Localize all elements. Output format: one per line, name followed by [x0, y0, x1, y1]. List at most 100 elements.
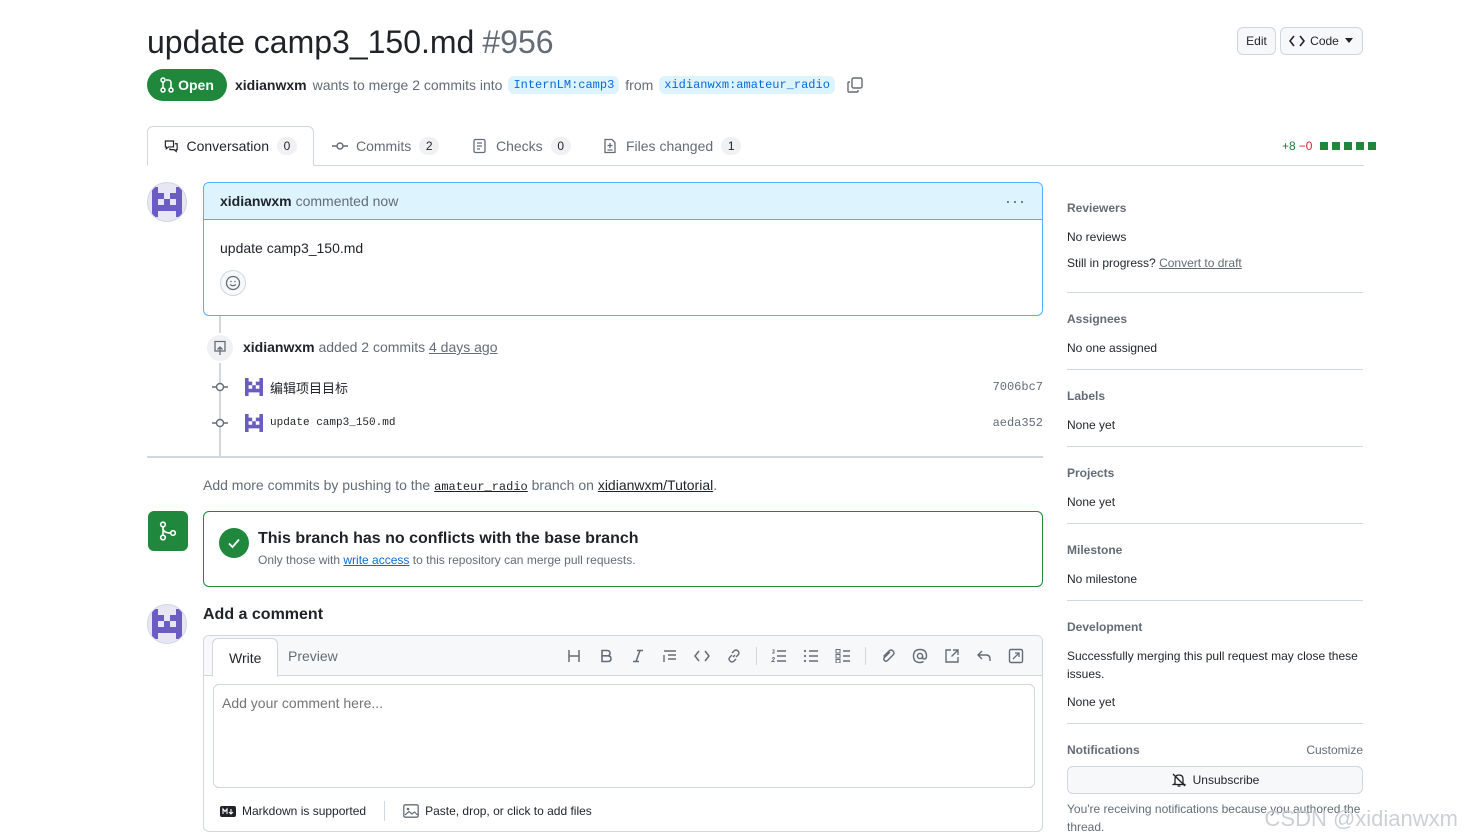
milestone-title[interactable]: Milestone: [1067, 543, 1363, 557]
markdown-toolbar: [558, 646, 1032, 666]
files-note[interactable]: Paste, drop, or click to add files: [425, 804, 592, 818]
mention-icon[interactable]: [904, 646, 936, 666]
comment-textarea[interactable]: [213, 684, 1035, 788]
code-icon[interactable]: [686, 646, 718, 666]
avatar[interactable]: [244, 377, 264, 397]
tab-conversation-count: 0: [277, 137, 297, 155]
base-branch[interactable]: InternLM:camp3: [508, 76, 620, 94]
diffstat-block: [1356, 142, 1365, 150]
quote-icon[interactable]: [654, 646, 686, 666]
unsubscribe-button[interactable]: Unsubscribe: [1067, 766, 1363, 794]
toolbar-divider: [756, 647, 757, 665]
notifications-title: Notifications: [1067, 743, 1140, 757]
comment-author[interactable]: xidianwxm: [220, 193, 292, 209]
sidebar-divider: [1067, 600, 1363, 601]
merge-status-subtitle: Only those with write access to this rep…: [258, 553, 636, 567]
markdown-note[interactable]: Markdown is supported: [242, 804, 366, 818]
reviewers-value: No reviews: [1067, 230, 1127, 244]
draft-prefix: Still in progress?: [1067, 256, 1156, 270]
labels-value: None yet: [1067, 418, 1116, 432]
italic-icon[interactable]: [622, 646, 654, 666]
merge-status-icon-box: [148, 511, 188, 551]
commit-event-author[interactable]: xidianwxm: [243, 339, 315, 355]
sidebar-divider: [1067, 723, 1363, 724]
push-hint-middle: branch on: [531, 477, 594, 493]
image-icon: [403, 804, 419, 818]
pr-number: #956: [482, 24, 554, 60]
tab-conversation[interactable]: Conversation 0: [147, 126, 314, 166]
file-diff-icon: [604, 138, 616, 154]
development-value: None yet: [1067, 695, 1116, 709]
tab-files-changed-count: 1: [721, 137, 742, 155]
tab-files-changed[interactable]: Files changed 1: [586, 126, 757, 166]
comment-action: commented now: [295, 193, 399, 209]
tab-commits[interactable]: Commits 2: [316, 126, 455, 166]
commit-message[interactable]: update camp3_150.md: [270, 417, 395, 429]
edit-button[interactable]: Edit: [1237, 27, 1276, 55]
ordered-list-icon[interactable]: [763, 646, 795, 666]
reply-icon[interactable]: [968, 646, 1000, 666]
head-branch[interactable]: xidianwxm:amateur_radio: [659, 76, 835, 94]
commit-row: update camp3_150.md aeda352: [210, 411, 1043, 435]
avatar[interactable]: [244, 413, 264, 433]
assignees-title[interactable]: Assignees: [1067, 312, 1363, 326]
milestone-value: No milestone: [1067, 572, 1138, 586]
pr-author[interactable]: xidianwxm: [235, 77, 307, 93]
tab-write[interactable]: Write: [212, 638, 279, 677]
tab-commits-count: 2: [419, 137, 440, 155]
comment-body: update camp3_150.md: [204, 220, 1042, 296]
bold-icon[interactable]: [590, 646, 622, 666]
add-reaction-button[interactable]: [220, 270, 246, 296]
fullscreen-icon[interactable]: [1000, 646, 1032, 666]
tab-preview[interactable]: Preview: [272, 636, 354, 676]
development-description: Successfully merging this pull request m…: [1067, 649, 1358, 681]
task-list-icon[interactable]: [827, 646, 859, 666]
commit-message[interactable]: 编辑项目目标: [270, 378, 348, 397]
git-commit-icon: [212, 382, 228, 392]
kebab-horizontal-icon[interactable]: ···: [1005, 191, 1026, 212]
diffstat-block: [1368, 142, 1377, 150]
tab-checks-count: 0: [550, 137, 571, 155]
paperclip-icon[interactable]: [872, 646, 904, 666]
commit-sha[interactable]: aeda352: [993, 416, 1043, 430]
unordered-list-icon[interactable]: [795, 646, 827, 666]
avatar[interactable]: [147, 604, 187, 644]
add-comment-title: Add a comment: [203, 606, 324, 623]
development-title[interactable]: Development: [1067, 620, 1363, 634]
reviewers-title[interactable]: Reviewers: [1067, 201, 1363, 215]
timeline-end-divider: [147, 456, 1043, 458]
identicon: [245, 378, 263, 396]
tab-preview-label: Preview: [288, 648, 338, 664]
commit-sha[interactable]: 7006bc7: [993, 380, 1043, 394]
commit-event-time[interactable]: 4 days ago: [429, 339, 498, 355]
tab-checks-label: Checks: [496, 138, 543, 154]
pr-from-text: from: [625, 77, 654, 93]
sidebar-assignees: Assignees No one assigned: [1067, 312, 1363, 357]
write-access-link[interactable]: write access: [343, 553, 409, 567]
push-hint-branch[interactable]: amateur_radio: [434, 480, 528, 494]
git-pull-request-icon: [160, 77, 174, 93]
merge-status-title: This branch has no conflicts with the ba…: [258, 530, 639, 547]
sidebar-development: Development Successfully merging this pu…: [1067, 620, 1363, 711]
copy-icon[interactable]: [847, 77, 863, 93]
code-button[interactable]: Code: [1280, 27, 1363, 55]
push-hint: Add more commits by pushing to the amate…: [203, 477, 717, 494]
git-merge-icon: [159, 521, 177, 541]
tab-checks[interactable]: Checks 0: [456, 126, 587, 166]
projects-title[interactable]: Projects: [1067, 466, 1363, 480]
editor-footer: Markdown is supported Paste, drop, or cl…: [220, 801, 592, 821]
identicon: [245, 414, 263, 432]
avatar[interactable]: [147, 182, 187, 222]
comment-text: update camp3_150.md: [220, 240, 364, 256]
editor-header: Write Preview: [204, 636, 1042, 677]
heading-icon[interactable]: [558, 646, 590, 666]
convert-to-draft-link[interactable]: Convert to draft: [1159, 256, 1242, 270]
link-icon[interactable]: [718, 646, 750, 666]
push-hint-suffix: .: [713, 477, 718, 493]
sidebar-divider: [1067, 292, 1363, 293]
edit-button-label: Edit: [1246, 34, 1267, 48]
cross-reference-icon[interactable]: [936, 646, 968, 666]
push-hint-repo[interactable]: xidianwxm/Tutorial: [598, 477, 713, 493]
labels-title[interactable]: Labels: [1067, 389, 1363, 403]
customize-link[interactable]: Customize: [1306, 743, 1363, 757]
